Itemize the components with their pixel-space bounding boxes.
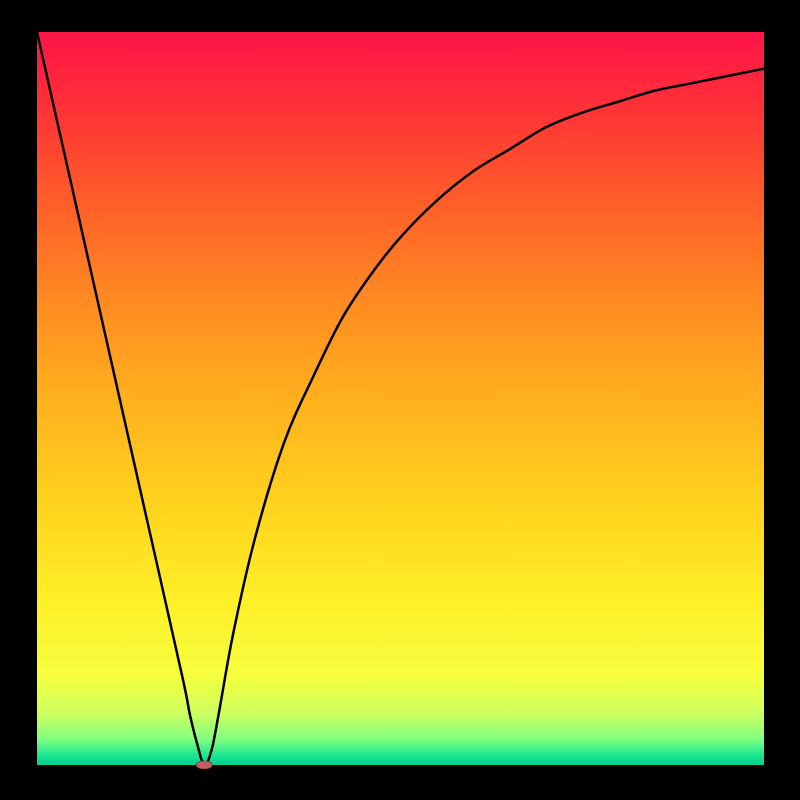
chart-svg bbox=[0, 0, 800, 800]
chart-background bbox=[37, 32, 764, 765]
min-marker bbox=[196, 761, 212, 769]
